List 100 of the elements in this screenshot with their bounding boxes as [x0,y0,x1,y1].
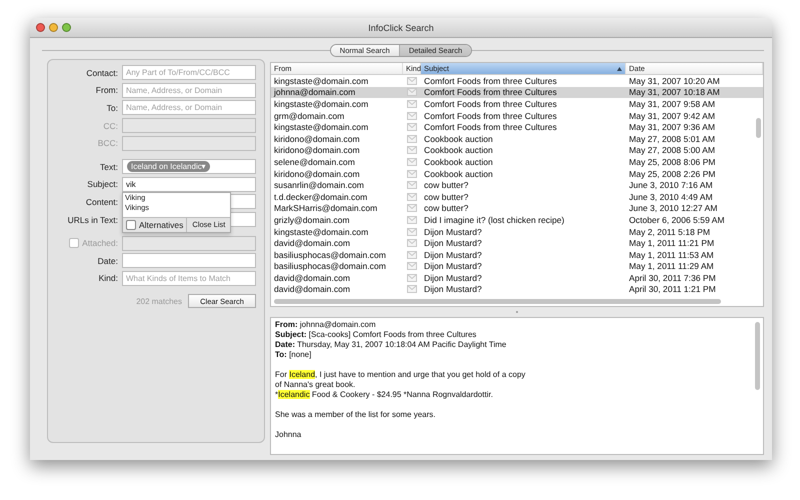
table-cell-text: Did I imagine it? (lost chicken recipe) [423,214,566,225]
table-row[interactable]: grizly@domain.com Did I imagine it? (lost chicken recipe) October 6, 2006 5:59 AM [271,214,763,226]
field-label: From: [96,85,118,96]
envelope-icon [407,204,417,212]
header-line: From: johnna@domain.com [275,320,377,330]
splitter-handle[interactable] [516,311,518,313]
table-cell-text: kingstaste@domain.com [273,226,370,237]
table-row[interactable]: david@domain.com Dijon Mustard? April 30, 2011 7:36 PM [271,272,763,284]
table-row[interactable]: grm@domain.com Comfort Foods from three Cultures May 31, 2007 9:42 AM [271,110,763,122]
table-cell-text: Dijon Mustard? [423,250,483,260]
table-row[interactable]: MarkSHarris@domain.com cow butter? June 3, 2010 12:27 AM [271,202,763,214]
field-label: Subject: [87,179,118,190]
envelope-icon [407,170,417,178]
table-row[interactable]: johnna@domain.com Comfort Foods from three Cultures May 31, 2007 10:18 AM [271,86,763,98]
table-row[interactable]: kingstaste@domain.com Dijon Mustard? May 2, 2011 5:18 PM [271,226,763,238]
envelope-icon [407,76,417,85]
table-cell-text: April 30, 2011 1:21 PM [628,284,717,294]
header-line: Subject: [Sca-cooks] Comfort Foods from three Cultures [275,330,478,340]
envelope-icon [407,192,417,201]
table-cell-text: May 1, 2011 11:29 AM [628,261,715,272]
table-row[interactable]: kingstaste@domain.com Comfort Foods from three Cultures May 31, 2007 9:36 AM [271,121,763,133]
table-row[interactable]: selene@domain.com Cookbook auction May 25, 2008 8:06 PM [271,156,763,168]
scrollbar-thumb[interactable] [274,299,721,304]
envelope-icon [407,146,417,154]
envelope-icon [407,112,417,120]
table-cell-text: cow butter? [423,180,470,190]
table-cell-text: Comfort Foods from three Cultures [423,110,558,121]
field-label: Attached: [82,238,118,248]
window-title: InfoClick Search [368,22,434,32]
message-paragraph: Johnna [275,430,302,440]
table-row[interactable]: t.d.decker@domain.com cow butter? June 3, 2010 4:49 AM [271,190,763,203]
table-row[interactable]: kingstaste@domain.com Comfort Foods from three Cultures May 31, 2007 10:20 AM [271,75,763,87]
text-field[interactable] [122,253,256,268]
table-cell-text: May 25, 2008 8:06 PM [628,156,716,167]
text-field[interactable]: Name, Address, or Domain [122,82,256,98]
table-cell-text: cow butter? [423,192,470,202]
table-cell-text: May 27, 2008 5:00 AM [628,145,716,156]
table-cell-text: t.d.decker@domain.com [273,192,368,202]
table-cell-text: Cookbook auction [423,145,494,156]
table-cell-text: Dijon Mustard? [423,238,483,248]
table-cell-text: johnna@domain.com [272,87,356,98]
field-label: To: [106,102,118,113]
zoom-icon[interactable] [62,23,71,32]
table-cell-text: May 1, 2011 11:21 PM [628,238,716,248]
table-cell-text: May 2, 2011 5:18 PM [628,226,712,237]
field-label: Contact: [86,68,118,78]
table-cell-text: MarkSHarris@domain.com [273,203,378,214]
table-row[interactable]: susanrlin@domain.com cow butter? June 3, 2010 7:16 AM [271,179,763,191]
table-row[interactable]: kiridono@domain.com Cookbook auction May 25, 2008 2:26 PM [271,168,763,180]
envelope-icon [407,100,417,108]
text-field[interactable]: Iceland on Icelandic▾ [122,159,256,174]
table-cell-text: selene@domain.com [273,156,356,167]
table-row[interactable]: basiliusphocas@domain.com Dijon Mustard? May 1, 2011 11:53 AM [271,248,763,260]
table-row[interactable]: basiliusphocas@domain.com Dijon Mustard? May 1, 2011 11:29 AM [271,260,763,272]
table-row[interactable]: kiridono@domain.com Cookbook auction May 27, 2008 5:01 AM [271,132,763,145]
table-row[interactable]: kiridono@domain.com Cookbook auction May 27, 2008 5:00 AM [271,144,763,156]
text-field[interactable]: Any Part of To/From/CC/BCC [122,65,256,80]
table-cell-text: June 3, 2010 4:49 AM [628,192,714,202]
envelope-icon [407,285,417,294]
table-cell-text: October 6, 2006 5:59 AM [628,214,726,225]
table-row[interactable]: david@domain.com Dijon Mustard? May 1, 2011 11:21 PM [271,237,763,249]
table-cell-text: May 31, 2007 9:36 AM [628,122,716,132]
text-field[interactable]: What Kinds of Items to Match [122,270,256,286]
table-cell-text: basiliusphocas@domain.com [273,261,387,272]
table-cell-text: Dijon Mustard? [423,261,483,272]
text-field[interactable]: Name, Address, or Domain [122,100,256,116]
envelope-icon [407,274,417,282]
text-field[interactable]: vik [122,176,256,192]
envelope-icon [407,88,417,96]
envelope-icon [407,262,417,270]
scrollbar-thumb[interactable] [755,322,760,390]
table-cell-text: cow butter? [423,203,470,214]
search-token[interactable]: Iceland on Icelandic▾ [127,161,210,172]
table-cell-text: kiridono@domain.com [273,168,361,179]
table-cell-text: basiliusphocas@domain.com [273,250,387,260]
header-line: To: [none] [275,350,312,360]
table-cell-text: kiridono@domain.com [273,145,361,156]
close-icon[interactable] [36,23,45,32]
table-row[interactable]: david@domain.com Dijon Mustard? April 30, 2011 1:21 PM [271,284,763,296]
table-cell-text: Comfort Foods from three Cultures [423,122,558,132]
table-cell-text: Dijon Mustard? [423,272,483,283]
table-row[interactable]: kingstaste@domain.com Comfort Foods from three Cultures May 31, 2007 9:58 AM [271,98,763,110]
table-cell-text: June 3, 2010 7:16 AM [628,180,714,190]
table-cell-text: Comfort Foods from three Cultures [423,87,558,98]
checkbox[interactable] [126,220,136,230]
field-label: Date: [98,256,118,266]
table-cell-text: Dijon Mustard? [423,284,483,294]
scrollbar-thumb[interactable] [756,118,761,138]
table-cell-text: grizly@domain.com [273,214,351,225]
envelope-icon [407,216,417,224]
table-cell-text: kingstaste@domain.com [273,76,370,86]
table-cell-text: April 30, 2011 7:36 PM [628,272,717,283]
minimize-icon[interactable] [49,23,58,32]
table-cell-text: david@domain.com [273,238,352,248]
envelope-icon [407,181,417,190]
table-cell-text: June 3, 2010 12:27 AM [628,203,718,214]
field-label: URLs in Text: [68,214,118,225]
table-cell-text: kingstaste@domain.com [273,122,370,132]
table-cell-text: May 31, 2007 9:42 AM [628,110,716,121]
table-cell-text: Comfort Foods from three Cultures [423,98,558,109]
